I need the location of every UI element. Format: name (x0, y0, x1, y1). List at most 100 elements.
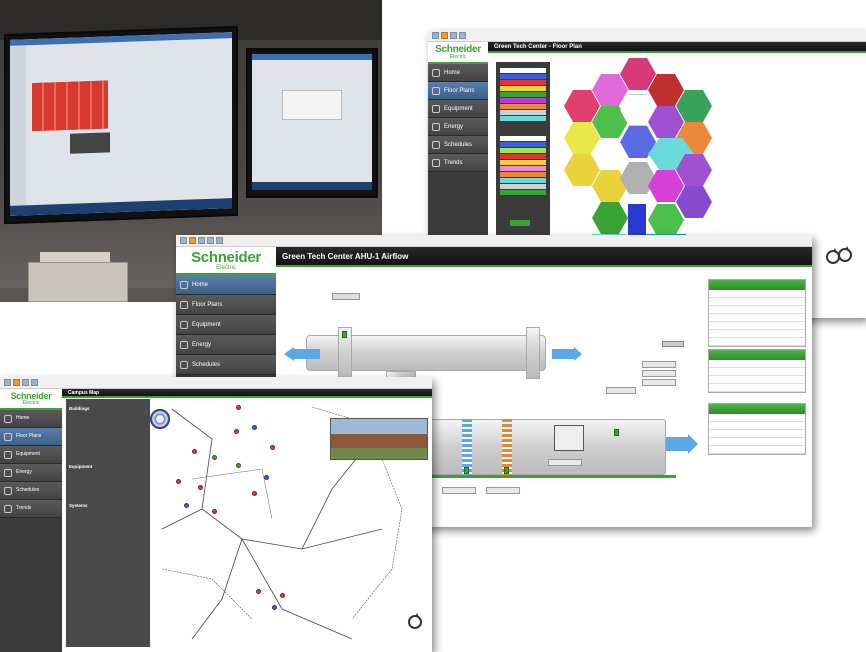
return-arrow-icon (574, 347, 582, 361)
toolbar (176, 235, 812, 247)
map-pin[interactable] (234, 429, 239, 434)
nav-home[interactable]: Home (428, 64, 488, 82)
hex-room[interactable] (564, 154, 600, 186)
toolbar (428, 30, 866, 42)
nav-floor-plans[interactable]: Floor Plans (0, 428, 62, 446)
map-pin[interactable] (198, 485, 203, 490)
map-pin[interactable] (236, 463, 241, 468)
home-icon[interactable] (13, 379, 20, 386)
nav-schedules[interactable]: Schedules (428, 136, 488, 154)
campus-seal (150, 409, 170, 429)
print-icon[interactable] (459, 32, 466, 39)
hex-room[interactable] (676, 90, 712, 122)
print-icon[interactable] (31, 379, 38, 386)
static-pressure-tag: ​​​ (642, 361, 676, 386)
heating-valve-indicator (504, 467, 509, 474)
tree-item[interactable]: ​ (69, 455, 147, 461)
summary-header: ​ (709, 280, 805, 290)
nav-energy[interactable]: Energy (176, 335, 276, 355)
sidebar: Schneider Electric Home Floor Plans Equi… (0, 389, 62, 652)
tree-item[interactable]: ​ (69, 494, 147, 500)
campus-building-photo (330, 418, 428, 460)
refresh-icon[interactable] (450, 32, 457, 39)
map-pin[interactable] (192, 449, 197, 454)
details-button[interactable] (662, 341, 684, 347)
map-pin[interactable] (176, 479, 181, 484)
nav-home[interactable]: Home (0, 410, 62, 428)
back-icon[interactable] (180, 237, 187, 244)
alarm-grid (32, 80, 108, 132)
map-pin[interactable] (236, 405, 241, 410)
hex-room[interactable] (564, 122, 600, 154)
map-pin[interactable] (270, 445, 275, 450)
nav-energy[interactable]: Energy (428, 118, 488, 136)
compass-icon (826, 248, 840, 264)
compass-icon (838, 246, 852, 262)
nav-schedules[interactable]: Schedules (176, 355, 276, 375)
map-pin[interactable] (252, 491, 257, 496)
nav-floor-plans[interactable]: Floor Plans (176, 295, 276, 315)
supply-fan[interactable] (554, 425, 584, 451)
building-tree: Buildings ​ ​ ​ ​ ​ ​ ​ ​ Equipment ​ ​ … (66, 399, 150, 647)
map-pin[interactable] (212, 509, 217, 514)
equipment-icon (432, 104, 440, 113)
hex-room[interactable] (592, 74, 628, 106)
right-monitor (246, 48, 378, 198)
hex-room[interactable] (648, 74, 684, 106)
equipment-icon (4, 450, 12, 459)
alarms-header: ​ (709, 404, 805, 414)
left-monitor-screen (10, 32, 232, 216)
legend-ok-button[interactable] (510, 220, 530, 226)
refresh-icon[interactable] (198, 237, 205, 244)
map-pin[interactable] (212, 455, 217, 460)
map-pin[interactable] (272, 605, 277, 610)
home-icon[interactable] (189, 237, 196, 244)
back-icon[interactable] (4, 379, 11, 386)
save-icon[interactable] (216, 237, 223, 244)
energy-icon (432, 122, 440, 131)
setpoints-panel: ​ ​​ ​​ ​​ ​​ (708, 349, 806, 393)
exhaust-arrow-body (294, 349, 320, 359)
collage: Schneider Electric Home Floor Plans Equi… (0, 0, 866, 652)
hex-room[interactable] (592, 202, 628, 234)
nav-trends[interactable]: Trends (428, 154, 488, 172)
fan-status-tag: ​ (548, 459, 582, 466)
nav-equipment[interactable]: Equipment (0, 446, 62, 464)
home-icon (432, 68, 440, 77)
refresh-icon[interactable] (22, 379, 29, 386)
print-icon[interactable] (207, 237, 214, 244)
nav-schedules[interactable]: Schedules (0, 482, 62, 500)
nav-equipment[interactable]: Equipment (176, 315, 276, 335)
map-pin[interactable] (280, 593, 285, 598)
right-monitor-screen (252, 54, 372, 190)
nav-floor-plans[interactable]: Floor Plans (428, 82, 488, 100)
floor-plan-icon (432, 86, 440, 95)
alarms-panel: ​ ​​ ​​ ​​ ​​ ​​ (708, 403, 806, 455)
hex-room[interactable] (648, 204, 684, 236)
map-pin[interactable] (184, 503, 189, 508)
tree-item[interactable]: ​ (69, 539, 147, 545)
hex-room[interactable] (620, 58, 656, 90)
nav-home[interactable]: Home (176, 275, 276, 295)
left-monitor (4, 25, 238, 225)
schedule-icon (180, 360, 188, 369)
schedule-icon (4, 486, 12, 495)
page-title: Campus Map (62, 389, 432, 398)
nav-equipment[interactable]: Equipment (428, 100, 488, 118)
nav-trends[interactable]: Trends (0, 500, 62, 518)
map-pin[interactable] (256, 589, 261, 594)
map-pin[interactable] (264, 475, 269, 480)
supply-arrow-icon (688, 434, 698, 454)
hex-room[interactable] (564, 90, 600, 122)
logo: Schneider Electric (428, 42, 488, 64)
hex-room[interactable] (676, 186, 712, 218)
supply-duct (416, 419, 666, 475)
schedule-icon (432, 140, 440, 149)
exhaust-arrow-icon (284, 347, 294, 361)
heating-valve-tag: ​ (486, 487, 520, 494)
nav-energy[interactable]: Energy (0, 464, 62, 482)
map-pin[interactable] (252, 425, 257, 430)
home-icon[interactable] (441, 32, 448, 39)
back-icon[interactable] (432, 32, 439, 39)
page-title: Green Tech Center - Floor Plan (488, 42, 866, 53)
